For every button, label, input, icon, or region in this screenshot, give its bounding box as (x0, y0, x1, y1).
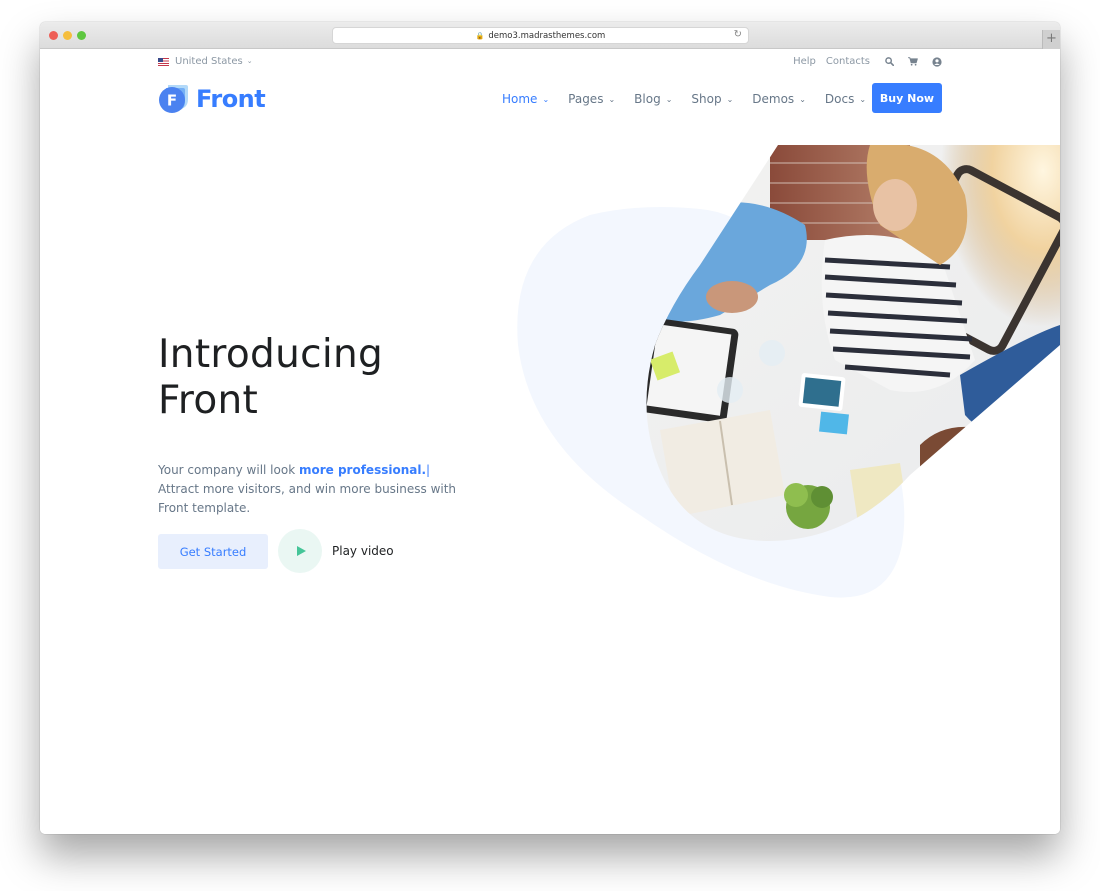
nav-label: Blog (634, 92, 661, 106)
buy-now-button[interactable]: Buy Now (872, 83, 942, 113)
chevron-down-icon: ⌄ (859, 94, 867, 104)
lock-icon: 🔒 (475, 31, 485, 40)
desc-rest: Attract more visitors, and win more busi… (158, 482, 457, 515)
chevron-down-icon: ⌄ (542, 94, 550, 104)
get-started-button[interactable]: Get Started (158, 534, 268, 569)
locale-label: United States (175, 56, 243, 67)
page: United States ⌄ Help Contacts F Front Ho… (40, 49, 1060, 834)
hero-description: Your company will look more professional… (158, 461, 458, 518)
nav-item-shop[interactable]: Shop ⌄ (691, 92, 733, 106)
cart-icon[interactable] (908, 57, 918, 67)
nav-item-blog[interactable]: Blog ⌄ (634, 92, 672, 106)
nav-item-demos[interactable]: Demos ⌄ (752, 92, 806, 106)
plus-icon[interactable]: + (1042, 30, 1060, 49)
url-text: demo3.madrasthemes.com (488, 30, 606, 41)
play-video-label[interactable]: Play video (332, 544, 394, 558)
typing-cursor: | (426, 463, 431, 477)
nav-label: Demos (752, 92, 795, 106)
close-window-button[interactable] (49, 31, 58, 40)
nav-item-docs[interactable]: Docs ⌄ (825, 92, 866, 106)
play-video-button[interactable] (278, 529, 322, 573)
chevron-down-icon: ⌄ (608, 94, 616, 104)
nav-item-pages[interactable]: Pages ⌄ (568, 92, 615, 106)
nav-label: Pages (568, 92, 604, 106)
nav-label: Docs (824, 92, 855, 106)
help-link[interactable]: Help (793, 56, 816, 67)
browser-window: 🔒 demo3.madrasthemes.com ↻ + United Stat… (40, 22, 1060, 834)
minimize-window-button[interactable] (63, 31, 72, 40)
play-icon (297, 546, 306, 556)
logo-letter: F (167, 92, 177, 110)
address-bar[interactable]: 🔒 demo3.madrasthemes.com ↻ (332, 27, 749, 44)
desc-prefix: Your company will look (158, 463, 299, 477)
maximize-window-button[interactable] (77, 31, 86, 40)
chevron-down-icon: ⌄ (665, 94, 673, 104)
user-circle-icon[interactable] (932, 56, 942, 67)
browser-titlebar: 🔒 demo3.madrasthemes.com ↻ + (40, 22, 1060, 49)
search-icon[interactable] (884, 57, 894, 67)
chevron-down-icon: ⌄ (799, 94, 806, 104)
us-flag-icon (158, 57, 169, 66)
front-logo-icon: F (158, 83, 190, 115)
topbar: United States ⌄ Help Contacts (158, 56, 942, 70)
nav-item-home[interactable]: Home ⌄ (502, 92, 549, 106)
desc-highlight: more professional. (298, 463, 427, 477)
hero-image (517, 145, 1060, 598)
brand-name: Front (196, 85, 266, 113)
nav-label: Home (502, 92, 538, 106)
main-nav: Home ⌄ Pages ⌄ Blog ⌄ Shop ⌄ Demos ⌄ Docs ⌄ (502, 84, 885, 114)
chevron-down-icon: ⌄ (726, 94, 734, 104)
hero-title-line1: Introducing (158, 332, 384, 377)
hero-title-line2: Front (158, 378, 259, 423)
nav-label: Shop (691, 92, 722, 106)
contacts-link[interactable]: Contacts (826, 56, 870, 67)
chevron-down-icon: ⌄ (246, 56, 253, 65)
brand-logo[interactable]: F Front (158, 83, 266, 115)
reload-icon[interactable]: ↻ (734, 29, 742, 40)
hero-title: Introducing Front (158, 332, 383, 424)
topbar-links: Help Contacts (783, 56, 942, 67)
locale-selector[interactable]: United States ⌄ (158, 56, 253, 67)
